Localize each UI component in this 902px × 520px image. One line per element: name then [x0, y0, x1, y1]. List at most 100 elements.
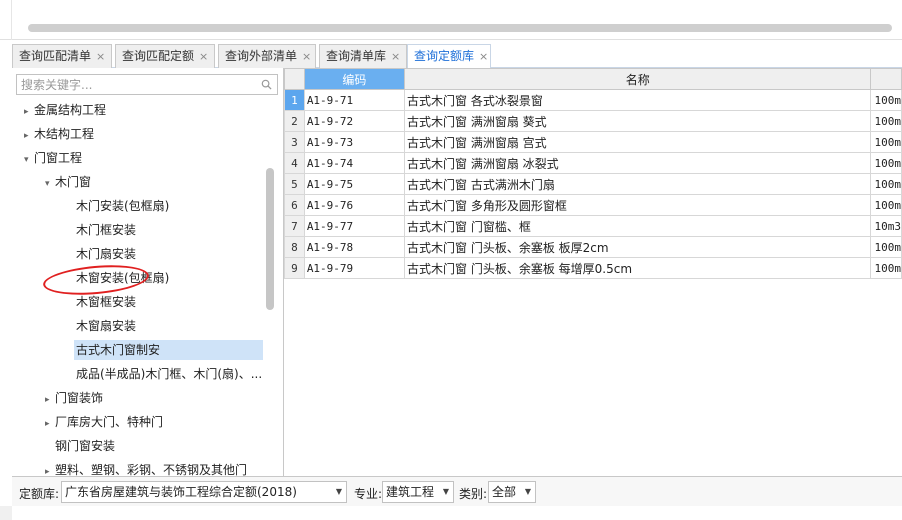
tab-query-list-library[interactable]: 查询清单库 ×	[319, 44, 407, 68]
tree-node-wood-window-frame[interactable]: 木窗框安装	[76, 292, 136, 312]
tree-node-label: 木门窗	[55, 175, 92, 189]
collapse-arrow-icon[interactable]: ▾	[24, 150, 34, 170]
category-select[interactable]: 全部 ▼	[488, 481, 536, 503]
expand-arrow-icon[interactable]: ▸	[24, 102, 34, 122]
tree-node-finished-wood-doors[interactable]: 成品(半成品)木门框、木门(扇)、...	[76, 364, 266, 384]
expand-arrow-icon[interactable]: ▸	[45, 462, 55, 476]
cell-name[interactable]: 古式木门窗 门头板、余塞板 每增厚0.5cm	[404, 257, 872, 279]
table-row[interactable]: 4 A1-9-74 古式木门窗 满洲窗扇 冰裂式 100m	[284, 152, 902, 174]
close-icon[interactable]: ×	[479, 50, 488, 63]
tree-node-wood-doors-windows[interactable]: ▾ 木门窗	[45, 172, 91, 192]
tree-node-label: 成品(半成品)木门框、木门(扇)、...	[76, 367, 263, 381]
cell-name[interactable]: 古式木门窗 满洲窗扇 冰裂式	[404, 152, 872, 174]
table-row[interactable]: 9 A1-9-79 古式木门窗 门头板、余塞板 每增厚0.5cm 100m	[284, 257, 902, 279]
tree-node-wood-door-leaf[interactable]: 木门扇安装	[76, 244, 136, 264]
tab-query-match-quota[interactable]: 查询匹配定额 ×	[115, 44, 215, 68]
cell-unit[interactable]: 100m	[870, 152, 902, 174]
tree-node-label: 塑料、塑钢、彩钢、不锈钢及其他门	[55, 463, 248, 476]
tab-query-external-list[interactable]: 查询外部清单 ×	[218, 44, 316, 68]
cell-name[interactable]: 古式木门窗 门窗槛、框	[404, 215, 872, 237]
tree-node-metal-structure[interactable]: ▸ 金属结构工程	[24, 100, 106, 120]
category-value: 全部	[492, 485, 517, 499]
cell-unit[interactable]: 10m3	[870, 215, 902, 237]
cell-name[interactable]: 古式木门窗 满洲窗扇 葵式	[404, 110, 872, 132]
table-row[interactable]: 1 A1-9-71 古式木门窗 各式冰裂景窗 100m	[284, 89, 902, 111]
tab-query-match-list[interactable]: 查询匹配清单 ×	[12, 44, 112, 68]
search-icon[interactable]	[261, 79, 272, 90]
close-icon[interactable]: ×	[199, 50, 208, 63]
major-label: 专业:	[354, 487, 383, 501]
cell-code[interactable]: A1-9-79	[303, 257, 406, 279]
search-input[interactable]	[17, 75, 247, 94]
tree-node-wood-window-install[interactable]: 木窗安装(包框扇)	[76, 268, 169, 288]
row-number: 5	[284, 173, 305, 195]
close-icon[interactable]: ×	[96, 50, 105, 63]
cell-name[interactable]: 古式木门窗 古式满洲木门扇	[404, 173, 872, 195]
tree-node-antique-wood-doors-windows[interactable]: 古式木门窗制安	[74, 340, 263, 360]
row-number: 1	[284, 89, 305, 111]
close-icon[interactable]: ×	[391, 50, 400, 63]
tree-node-label: 钢门窗安装	[55, 439, 116, 453]
tree-node-label: 木结构工程	[34, 127, 95, 141]
cell-code[interactable]: A1-9-73	[303, 131, 406, 153]
cell-unit[interactable]: 100m	[870, 236, 902, 258]
table-row[interactable]: 2 A1-9-72 古式木门窗 满洲窗扇 葵式 100m	[284, 110, 902, 132]
tree-node-wood-structure[interactable]: ▸ 木结构工程	[24, 124, 94, 144]
chevron-down-icon[interactable]: ▼	[336, 482, 342, 502]
column-header-unit[interactable]	[870, 68, 902, 90]
cell-unit[interactable]: 100m	[870, 89, 902, 111]
table-row[interactable]: 7 A1-9-77 古式木门窗 门窗槛、框 10m3	[284, 215, 902, 237]
chevron-down-icon[interactable]: ▼	[525, 482, 531, 502]
cell-name[interactable]: 古式木门窗 多角形及圆形窗框	[404, 194, 872, 216]
cell-code[interactable]: A1-9-77	[303, 215, 406, 237]
cell-unit[interactable]: 100m	[870, 131, 902, 153]
column-header-name[interactable]: 名称	[404, 68, 872, 90]
cell-unit[interactable]: 100m	[870, 173, 902, 195]
tree-node-factory-special-doors[interactable]: ▸ 厂库房大门、特种门	[45, 412, 163, 432]
major-select[interactable]: 建筑工程 ▼	[382, 481, 454, 503]
cell-code[interactable]: A1-9-76	[303, 194, 406, 216]
tree-node-plastic-steel-doors[interactable]: ▸ 塑料、塑钢、彩钢、不锈钢及其他门	[45, 460, 265, 476]
tree-node-wood-door-install[interactable]: 木门安装(包框扇)	[76, 196, 169, 216]
tab-label: 查询定额库	[414, 49, 475, 63]
expand-arrow-icon[interactable]: ▸	[45, 390, 55, 410]
tree-node-steel-doors-windows[interactable]: 钢门窗安装	[55, 436, 115, 456]
expand-arrow-icon[interactable]: ▸	[45, 414, 55, 434]
quota-grid: 编码 名称 1 A1-9-71 古式木门窗 各式冰裂景窗 100m 2 A1-9-72 古…	[284, 68, 902, 279]
table-row[interactable]: 6 A1-9-76 古式木门窗 多角形及圆形窗框 100m	[284, 194, 902, 216]
cell-code[interactable]: A1-9-71	[303, 89, 406, 111]
vertical-scrollbar[interactable]	[266, 168, 274, 310]
cell-code[interactable]: A1-9-78	[303, 236, 406, 258]
category-label: 类别:	[459, 487, 488, 501]
expand-arrow-icon[interactable]: ▸	[24, 126, 34, 146]
table-row[interactable]: 8 A1-9-78 古式木门窗 门头板、余塞板 板厚2cm 100m	[284, 236, 902, 258]
cell-code[interactable]: A1-9-74	[303, 152, 406, 174]
tab-label: 查询匹配清单	[19, 49, 92, 63]
tree-node-label: 金属结构工程	[34, 103, 107, 117]
table-row[interactable]: 5 A1-9-75 古式木门窗 古式满洲木门扇 100m	[284, 173, 902, 195]
tree-node-doors-windows[interactable]: ▾ 门窗工程	[24, 148, 82, 168]
cell-unit[interactable]: 100m	[870, 257, 902, 279]
cell-unit[interactable]: 100m	[870, 110, 902, 132]
tree-node-wood-door-frame[interactable]: 木门框安装	[76, 220, 136, 240]
close-icon[interactable]: ×	[302, 50, 311, 63]
cell-code[interactable]: A1-9-72	[303, 110, 406, 132]
tree-node-label: 门窗工程	[34, 151, 83, 165]
cell-code[interactable]: A1-9-75	[303, 173, 406, 195]
tab-label: 查询匹配定额	[122, 49, 195, 63]
quota-library-select[interactable]: 广东省房屋建筑与装饰工程综合定额(2018) ▼	[61, 481, 347, 503]
column-header-code[interactable]: 编码	[303, 68, 406, 90]
table-row[interactable]: 3 A1-9-73 古式木门窗 满洲窗扇 宫式 100m	[284, 131, 902, 153]
tree-node-door-window-decoration[interactable]: ▸ 门窗装饰	[45, 388, 103, 408]
collapse-arrow-icon[interactable]: ▾	[45, 174, 55, 194]
cell-name[interactable]: 古式木门窗 各式冰裂景窗	[404, 89, 872, 111]
cell-unit[interactable]: 100m	[870, 194, 902, 216]
tab-query-quota-library[interactable]: 查询定额库 ×	[407, 44, 491, 69]
cell-name[interactable]: 古式木门窗 门头板、余塞板 板厚2cm	[404, 236, 872, 258]
tree-node-wood-window-leaf[interactable]: 木窗扇安装	[76, 316, 136, 336]
filter-bar: 定额库: 广东省房屋建筑与装饰工程综合定额(2018) ▼ 专业: 建筑工程 ▼…	[12, 476, 902, 506]
horizontal-scrollbar[interactable]	[28, 24, 892, 32]
row-number: 6	[284, 194, 305, 216]
cell-name[interactable]: 古式木门窗 满洲窗扇 宫式	[404, 131, 872, 153]
chevron-down-icon[interactable]: ▼	[443, 482, 449, 502]
